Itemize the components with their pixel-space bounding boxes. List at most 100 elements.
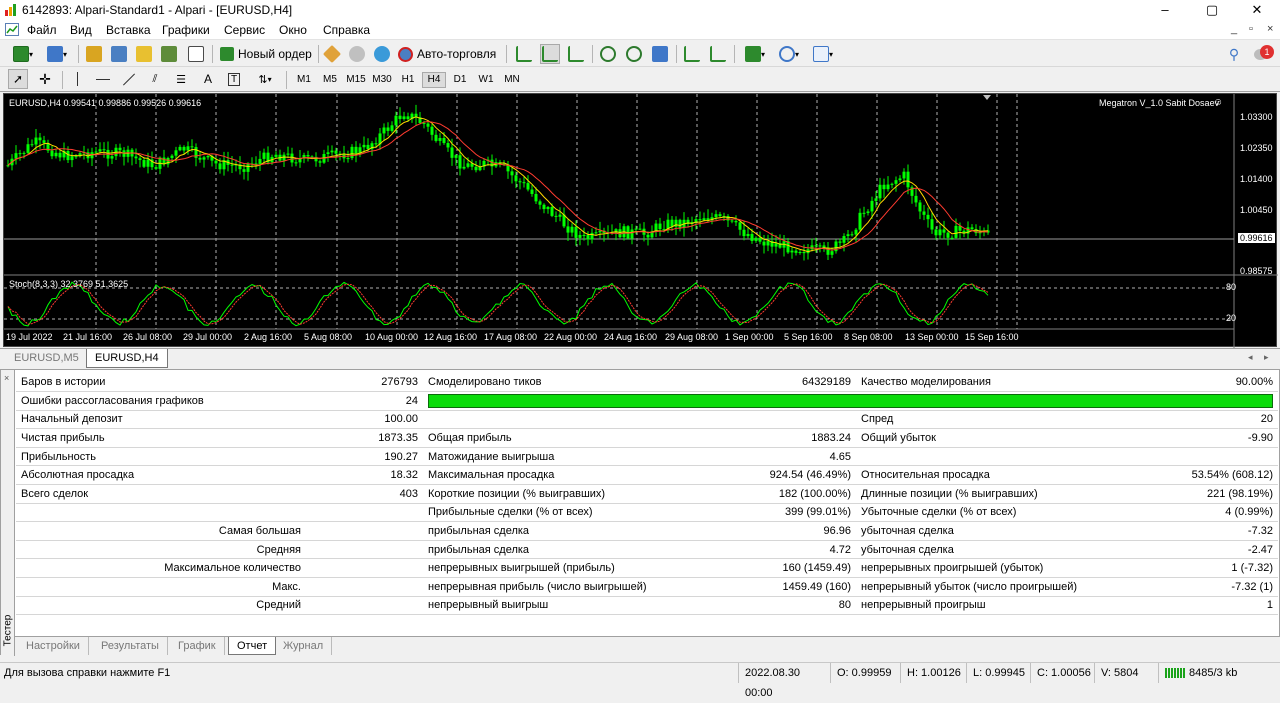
status-connection[interactable]: 8485/3 kb bbox=[1158, 663, 1280, 683]
vertical-line-button[interactable] bbox=[67, 69, 87, 89]
chart-tab-eurusd-h4[interactable]: EURUSD,H4 bbox=[86, 349, 168, 368]
data-window-button[interactable] bbox=[109, 44, 129, 64]
candle-body bbox=[726, 216, 730, 221]
candle-body bbox=[646, 234, 650, 238]
chart-shift-button[interactable] bbox=[708, 44, 728, 64]
candle-body bbox=[286, 153, 290, 155]
candle-body bbox=[554, 215, 558, 217]
candle-body bbox=[182, 146, 186, 151]
market-button[interactable] bbox=[372, 44, 392, 64]
report-label: Всего сделок bbox=[16, 484, 306, 504]
price-chart[interactable]: EURUSD,H4 0.99541 0.99886 0.99526 0.9961… bbox=[3, 93, 1278, 348]
mdi-close-button[interactable]: × bbox=[1267, 23, 1273, 35]
trendline-button[interactable] bbox=[119, 69, 139, 89]
report-label: прибыльная сделка bbox=[423, 521, 700, 541]
candle-body bbox=[718, 214, 722, 217]
indicators-button[interactable]: ▾ bbox=[740, 44, 770, 64]
candle-body bbox=[634, 228, 638, 230]
menu-file[interactable]: Файл bbox=[27, 23, 57, 37]
notifications-button[interactable]: 1 bbox=[1252, 44, 1276, 64]
navigator-button[interactable] bbox=[134, 44, 154, 64]
tab-results[interactable]: Результаты bbox=[93, 637, 168, 655]
close-button[interactable]: ✕ bbox=[1234, 0, 1280, 20]
crosshair-tool-button[interactable]: ✛ bbox=[35, 69, 55, 89]
chart-tab-eurusd-m5[interactable]: EURUSD,M5 bbox=[6, 349, 87, 368]
bar-chart-button[interactable] bbox=[514, 44, 534, 64]
minimize-button[interactable]: – bbox=[1142, 0, 1188, 20]
tab-graph[interactable]: График bbox=[170, 637, 225, 655]
menu-help[interactable]: Справка bbox=[323, 23, 370, 37]
line-chart-button[interactable] bbox=[566, 44, 586, 64]
tab-report[interactable]: Отчет bbox=[228, 637, 277, 655]
price-label: 1.02350 bbox=[1240, 143, 1273, 153]
terminal-button[interactable] bbox=[159, 44, 179, 64]
cursor-tool-button[interactable]: ➚ bbox=[8, 69, 28, 89]
time-axis-label: 15 Sep 16:00 bbox=[965, 332, 1019, 342]
report-label: Чистая прибыль bbox=[16, 428, 306, 448]
arrows-button[interactable]: ⇅ ▾ bbox=[250, 69, 280, 89]
tab-journal[interactable]: Журнал bbox=[275, 637, 333, 655]
new-order-button[interactable]: Новый ордер bbox=[220, 44, 316, 64]
candle-body bbox=[306, 155, 310, 157]
horizontal-line-button[interactable] bbox=[93, 69, 113, 89]
signals-button[interactable] bbox=[347, 44, 367, 64]
timeframe-m5[interactable]: M5 bbox=[318, 72, 342, 88]
profiles-button[interactable]: ▾ bbox=[42, 44, 72, 64]
timeframe-m30[interactable]: M30 bbox=[370, 72, 394, 88]
menu-view[interactable]: Вид bbox=[70, 23, 92, 37]
timeframe-mn[interactable]: MN bbox=[500, 72, 524, 88]
mdi-restore-button[interactable]: ▫ bbox=[1249, 23, 1253, 35]
templates-button[interactable]: ▾ bbox=[808, 44, 838, 64]
tabs-scroll-left-icon[interactable]: ◂ bbox=[1248, 352, 1253, 363]
auto-trading-button[interactable]: Авто-торговля bbox=[398, 44, 498, 64]
time-axis-label: 19 Jul 2022 bbox=[6, 332, 53, 342]
timeframe-w1[interactable]: W1 bbox=[474, 72, 498, 88]
time-axis-label: 24 Aug 16:00 bbox=[604, 332, 658, 342]
tile-windows-button[interactable] bbox=[650, 44, 670, 64]
tabs-scroll-right-icon[interactable]: ▸ bbox=[1264, 352, 1269, 363]
timeframe-m1[interactable]: M1 bbox=[292, 72, 316, 88]
timeframe-h4[interactable]: H4 bbox=[422, 72, 446, 88]
report-value: -2.47 bbox=[1134, 540, 1278, 560]
candle-body bbox=[618, 229, 622, 238]
timeframe-m15[interactable]: M15 bbox=[344, 72, 368, 88]
equidistant-channel-button[interactable]: ⫽ bbox=[145, 69, 165, 89]
zoom-in-button[interactable] bbox=[598, 44, 618, 64]
report-value: 1873.35 bbox=[306, 428, 423, 448]
close-panel-icon[interactable]: × bbox=[4, 373, 9, 383]
menu-tools[interactable]: Сервис bbox=[224, 23, 265, 37]
report-row: Прибыльные сделки (% от всех) 399 (99.01%… bbox=[16, 503, 1278, 523]
candle-body bbox=[142, 160, 146, 167]
candle-body bbox=[590, 232, 594, 240]
market-watch-button[interactable] bbox=[84, 44, 104, 64]
menu-insert[interactable]: Вставка bbox=[106, 23, 151, 37]
cursor-icon: ➚ bbox=[12, 72, 24, 86]
tab-settings[interactable]: Настройки bbox=[18, 637, 89, 655]
candle-body bbox=[862, 212, 866, 214]
label-tool-button[interactable]: T bbox=[224, 69, 244, 89]
title-bar: 6142893: Alpari-Standard1 - Alpari - [EU… bbox=[0, 0, 1280, 20]
timeframe-d1[interactable]: D1 bbox=[448, 72, 472, 88]
search-button[interactable]: ⚲ bbox=[1224, 44, 1244, 64]
candle-body bbox=[350, 146, 354, 159]
menu-window[interactable]: Окно bbox=[279, 23, 307, 37]
menu-charts[interactable]: Графики bbox=[162, 23, 210, 37]
line-chart-icon bbox=[568, 46, 584, 62]
candle-body bbox=[466, 163, 470, 167]
fibonacci-button[interactable]: ☰ bbox=[171, 69, 191, 89]
status-help-text: Для вызова справки нажмите F1 bbox=[4, 667, 171, 679]
candle-body bbox=[950, 237, 954, 239]
metaeditor-button[interactable] bbox=[322, 44, 342, 64]
mdi-minimize-button[interactable]: _ bbox=[1231, 23, 1237, 35]
app-logo-icon bbox=[4, 3, 20, 17]
new-chart-button[interactable]: ▾ bbox=[8, 44, 38, 64]
candlestick-chart-button[interactable] bbox=[540, 44, 560, 64]
timeframe-h1[interactable]: H1 bbox=[396, 72, 420, 88]
auto-scroll-button[interactable] bbox=[682, 44, 702, 64]
chart-window-icon[interactable] bbox=[5, 23, 19, 36]
maximize-button[interactable]: ▢ bbox=[1189, 0, 1235, 20]
periods-button[interactable]: ▾ bbox=[774, 44, 804, 64]
zoom-out-button[interactable] bbox=[624, 44, 644, 64]
text-tool-button[interactable]: A bbox=[198, 69, 218, 89]
strategy-tester-button[interactable] bbox=[186, 44, 206, 64]
